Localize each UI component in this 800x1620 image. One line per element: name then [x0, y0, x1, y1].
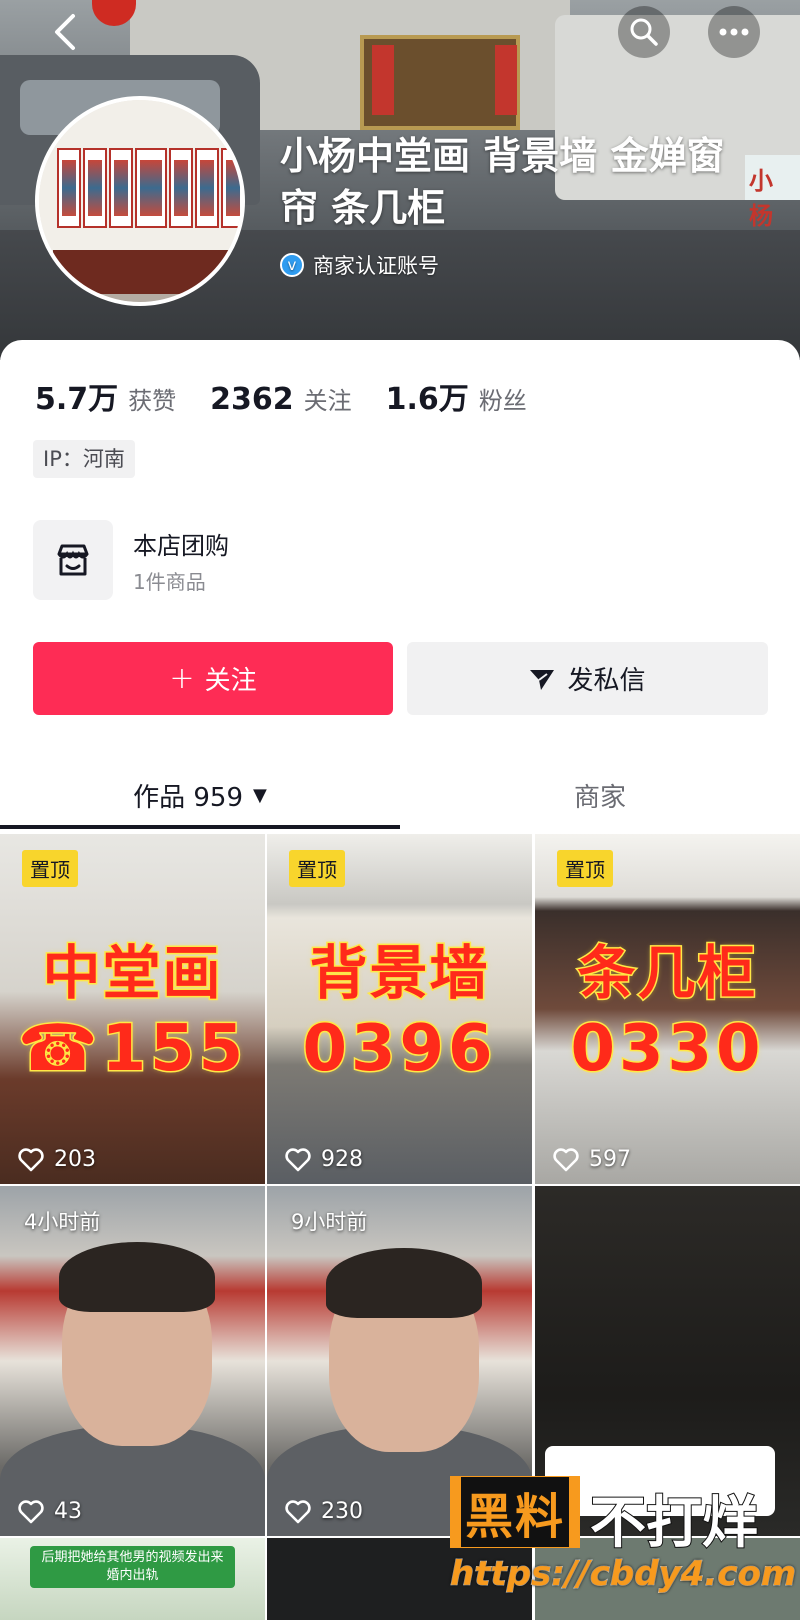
stats-row: 5.7万 获赞 2362 关注 1.6万 粉丝	[35, 374, 561, 418]
heart-icon	[18, 1499, 44, 1523]
video-time-ago: 4小时前	[24, 1210, 101, 1234]
video-likes: 203	[18, 1147, 96, 1172]
watermark-url: https://cbdy4.com	[449, 1554, 797, 1595]
avatar-panel	[195, 148, 219, 228]
message-label: 发私信	[567, 666, 646, 696]
video-time-ago: 9小时前	[291, 1210, 368, 1234]
stat-followers-value: 1.6万	[385, 382, 469, 417]
stat-following-value: 2362	[210, 382, 294, 417]
avatar-panel	[135, 148, 167, 228]
header-bg-sign	[495, 45, 517, 115]
heart-icon	[285, 1499, 311, 1523]
video-likes-count: 203	[54, 1147, 96, 1172]
video-overlay-title: 中堂画	[41, 938, 223, 1009]
back-button[interactable]	[40, 6, 92, 58]
video-overlay-number: 0330	[569, 1011, 765, 1088]
stat-followers-label: 粉丝	[478, 387, 527, 415]
video-person-hair	[59, 1242, 215, 1312]
verified-label: 商家认证账号	[313, 254, 439, 278]
more-button[interactable]	[708, 6, 760, 58]
video-likes: 597	[553, 1147, 631, 1172]
tab-works-label: 作品 959	[133, 782, 244, 813]
avatar-panel	[169, 148, 193, 228]
video-card[interactable]: 置顶 条几柜 0330 597	[535, 834, 800, 1184]
avatar[interactable]	[35, 96, 245, 306]
stat-following[interactable]: 2362 关注	[210, 381, 352, 417]
caret-down-icon: ▼	[253, 784, 267, 806]
watermark-badge: 黑料	[450, 1476, 580, 1548]
follow-button[interactable]: + 关注	[33, 642, 393, 715]
chevron-left-icon	[55, 14, 75, 50]
video-card[interactable]: 置顶 背景墙 0396 928	[267, 834, 532, 1184]
video-card[interactable]: 置顶 中堂画 ☎155 203	[0, 834, 265, 1184]
verified-icon: v	[280, 253, 304, 277]
tab-shop-label: 商家	[573, 782, 626, 813]
heart-icon	[553, 1147, 579, 1171]
header-bg-truck-sign: 小杨	[745, 155, 800, 230]
video-overlay-number: ☎155	[16, 1011, 248, 1088]
message-button[interactable]: 发私信	[407, 642, 768, 715]
watermark-badge-text: 黑料	[460, 1477, 569, 1547]
site-watermark: 黑料 不打烊 https://cbdy4.com	[449, 1476, 800, 1620]
stat-likes-value: 5.7万	[35, 382, 119, 417]
video-overlay-number: 0396	[301, 1011, 497, 1088]
video-card[interactable]: 后期把她给其他男的视频发出来 婚内出轨	[0, 1538, 265, 1620]
video-person-hair	[326, 1248, 482, 1318]
video-caption: 后期把她给其他男的视频发出来 婚内出轨	[30, 1546, 235, 1588]
video-likes-count: 597	[589, 1147, 631, 1172]
more-icon	[719, 28, 749, 36]
video-overlay-title: 背景墙	[308, 938, 490, 1009]
pinned-badge: 置顶	[557, 850, 613, 887]
profile-header: 小杨 小杨中堂画 背景墙 金婵窗帘 条几柜 v 商家认证账号	[0, 0, 800, 360]
profile-tabs: 作品 959 ▼ 商家	[0, 760, 800, 830]
avatar-panel	[83, 148, 107, 228]
avatar-cabinet	[53, 250, 235, 294]
send-icon	[530, 669, 555, 690]
video-card[interactable]: 4小时前 43	[0, 1186, 265, 1536]
tab-shop[interactable]: 商家	[400, 760, 800, 830]
stat-following-label: 关注	[303, 387, 352, 415]
avatar-panel	[109, 148, 133, 228]
store-icon	[33, 520, 113, 600]
watermark-tagline: 不打烊	[589, 1490, 759, 1557]
pinned-badge: 置顶	[22, 850, 78, 887]
stat-followers[interactable]: 1.6万 粉丝	[386, 374, 527, 418]
tab-works[interactable]: 作品 959 ▼	[0, 760, 400, 830]
plus-icon: +	[169, 661, 195, 696]
verified-badge: v 商家认证账号	[280, 250, 439, 280]
active-tab-indicator	[0, 825, 400, 829]
pinned-badge: 置顶	[289, 850, 345, 887]
profile-name: 小杨中堂画 背景墙 金婵窗帘 条几柜	[280, 134, 725, 230]
stat-likes[interactable]: 5.7万 获赞	[35, 374, 176, 418]
search-icon	[630, 18, 658, 46]
header-bg-sign	[372, 45, 394, 115]
group-buy-entry[interactable]: 本店团购 1件商品	[33, 520, 753, 604]
video-overlay-title: 条几柜	[576, 938, 758, 1009]
group-buy-subtitle: 1件商品	[133, 570, 206, 594]
video-likes-count: 928	[321, 1147, 363, 1172]
video-likes: 928	[285, 1147, 363, 1172]
search-button[interactable]	[618, 6, 670, 58]
stat-likes-label: 获赞	[128, 387, 177, 415]
video-likes: 43	[18, 1499, 82, 1524]
heart-icon	[285, 1147, 311, 1171]
video-likes: 230	[285, 1499, 363, 1524]
avatar-panel	[57, 148, 81, 228]
group-buy-title: 本店团购	[133, 532, 229, 560]
heart-icon	[18, 1147, 44, 1171]
ip-location-tag: IP：河南	[33, 440, 135, 478]
follow-label: 关注	[204, 666, 257, 696]
video-likes-count: 43	[54, 1499, 82, 1524]
video-likes-count: 230	[321, 1499, 363, 1524]
